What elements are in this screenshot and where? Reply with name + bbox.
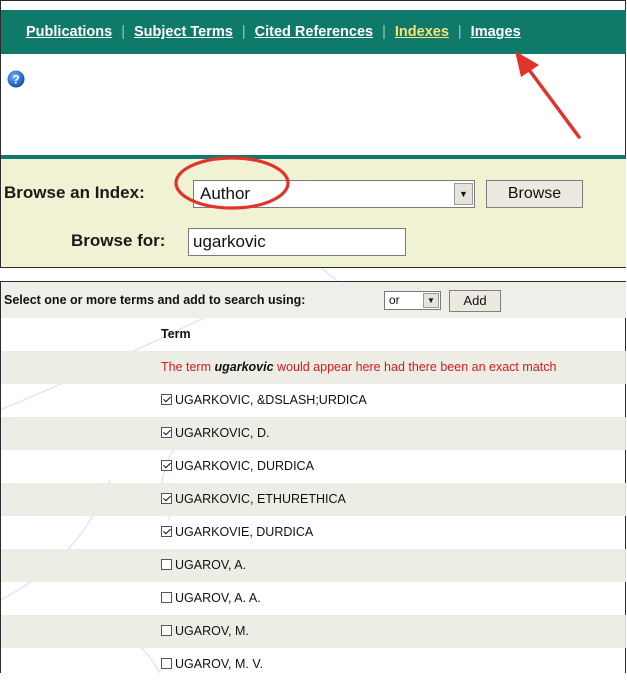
browse-index-form: Browse an Index: Author ▼ Browse Browse … xyxy=(1,159,626,267)
no-match-term: ugarkovic xyxy=(214,360,274,374)
operator-select[interactable]: or ▼ xyxy=(384,291,441,310)
term-item: UGAROV, M. xyxy=(161,624,249,638)
term-row: UGAROV, M. xyxy=(1,615,626,648)
checkbox[interactable] xyxy=(161,592,172,603)
column-header-row: Term xyxy=(1,318,626,351)
term-row: UGARKOVIC, ETHURETHICA xyxy=(1,483,626,516)
no-match-text: The term xyxy=(161,360,215,374)
nav-separator: | xyxy=(457,24,462,40)
term-row: UGARKOVIC, D. xyxy=(1,417,626,450)
nav-tab-subject-terms[interactable]: Subject Terms xyxy=(134,24,233,40)
annotation-arrow xyxy=(515,51,581,139)
results-panel: Select one or more terms and add to sear… xyxy=(0,281,626,673)
term-item: UGARKOVIC, D. xyxy=(161,426,269,440)
term-item: UGARKOVIC, &DSLASH;URDICA xyxy=(161,393,367,407)
term-row: UGAROV, A. A. xyxy=(1,582,626,615)
results-toolbar: Select one or more terms and add to sear… xyxy=(1,282,626,318)
term-row: UGAROV, M. V. xyxy=(1,648,626,681)
term-label[interactable]: UGAROV, A. A. xyxy=(175,591,261,605)
term-item: UGARKOVIE, DURDICA xyxy=(161,525,313,539)
checkbox[interactable] xyxy=(161,625,172,636)
toolbar-label: Select one or more terms and add to sear… xyxy=(4,293,306,307)
nav-separator: | xyxy=(241,24,246,40)
term-label[interactable]: UGARKOVIC, ETHURETHICA xyxy=(175,492,346,506)
nav-tab-indexes[interactable]: Indexes xyxy=(395,24,449,40)
browse-for-input[interactable]: ugarkovic xyxy=(188,228,406,256)
browse-index-label: Browse an Index: xyxy=(4,183,145,202)
svg-text:?: ? xyxy=(12,73,19,87)
term-label[interactable]: UGARKOVIC, &DSLASH;URDICA xyxy=(175,393,367,407)
operator-select-value: or xyxy=(389,293,400,307)
nav-separator: | xyxy=(121,24,125,40)
dropdown-arrow-icon[interactable]: ▼ xyxy=(454,183,473,205)
no-match-text: would appear here had there been an exac… xyxy=(273,360,557,374)
term-row: UGARKOVIC, &DSLASH;URDICA xyxy=(1,384,626,417)
browse-for-label: Browse for: xyxy=(71,231,166,250)
no-match-row: The term ugarkovic would appear here had… xyxy=(1,351,626,384)
checkbox-checked[interactable] xyxy=(161,526,172,537)
dropdown-arrow-icon[interactable]: ▼ xyxy=(423,293,439,308)
column-header-term: Term xyxy=(161,327,191,341)
checkbox[interactable] xyxy=(161,559,172,570)
term-item: UGAROV, M. V. xyxy=(161,657,263,671)
term-row: UGAROV, A. xyxy=(1,549,626,582)
term-label[interactable]: UGARKOVIC, DURDICA xyxy=(175,459,314,473)
checkbox-checked[interactable] xyxy=(161,493,172,504)
search-panel: Publications | Subject Terms | Cited Ref… xyxy=(0,0,626,268)
browse-button[interactable]: Browse xyxy=(486,180,583,208)
term-row: UGARKOVIC, DURDICA xyxy=(1,450,626,483)
nav-tab-publications[interactable]: Publications xyxy=(26,24,112,40)
term-item: UGAROV, A. xyxy=(161,558,246,572)
no-match-message: The term ugarkovic would appear here had… xyxy=(161,360,556,374)
nav-tab-images[interactable]: Images xyxy=(471,24,521,40)
term-label[interactable]: UGARKOVIE, DURDICA xyxy=(175,525,313,539)
nav-separator: | xyxy=(382,24,386,40)
checkbox[interactable] xyxy=(161,658,172,669)
term-item: UGARKOVIC, DURDICA xyxy=(161,459,314,473)
term-item: UGARKOVIC, ETHURETHICA xyxy=(161,492,346,506)
term-row: UGARKOVIE, DURDICA xyxy=(1,516,626,549)
add-button[interactable]: Add xyxy=(449,290,501,312)
term-item: UGAROV, A. A. xyxy=(161,591,261,605)
annotation-circle xyxy=(174,156,290,210)
nav-tab-cited-references[interactable]: Cited References xyxy=(255,24,373,40)
checkbox-checked[interactable] xyxy=(161,394,172,405)
checkbox-checked[interactable] xyxy=(161,427,172,438)
help-icon[interactable]: ? xyxy=(7,70,25,88)
term-label[interactable]: UGAROV, M. V. xyxy=(175,657,263,671)
term-label[interactable]: UGAROV, A. xyxy=(175,558,246,572)
term-label[interactable]: UGAROV, M. xyxy=(175,624,249,638)
term-label[interactable]: UGARKOVIC, D. xyxy=(175,426,269,440)
checkbox-checked[interactable] xyxy=(161,460,172,471)
